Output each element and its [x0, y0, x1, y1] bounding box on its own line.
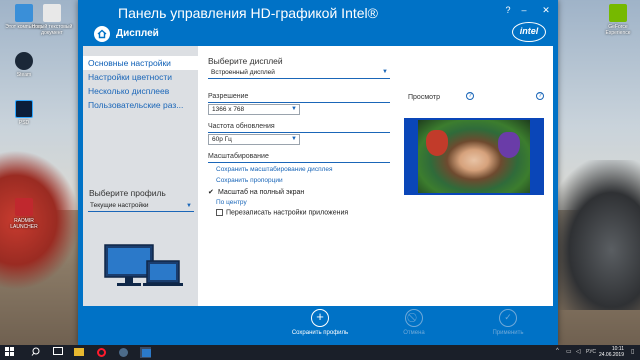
folder-icon: [74, 348, 84, 356]
taskbar: ^ ▭ ◁ РУС 10:11 24.06.2019 ▯: [0, 345, 640, 360]
sidebar-item-multiple-displays[interactable]: Несколько дисплеев: [83, 84, 198, 98]
refresh-rate-select[interactable]: 60p Гц ▼: [208, 134, 300, 145]
document-icon: [43, 4, 61, 22]
preview-help-icon[interactable]: ?: [536, 92, 544, 100]
resolution-help-icon[interactable]: ?: [466, 92, 474, 100]
apply-button[interactable]: ✓ Применить: [478, 309, 538, 336]
windows-icon: [5, 347, 14, 356]
window-title: Панель управления HD-графикой Intel®: [118, 5, 378, 21]
nvidia-icon: [609, 4, 627, 22]
photoshop-icon: [15, 100, 33, 118]
checkmark-icon: ✔: [208, 189, 214, 196]
scaling-label: Масштабирование: [208, 153, 269, 160]
volume-icon[interactable]: ◁: [576, 348, 581, 355]
refresh-rate-label: Частота обновления: [208, 123, 275, 130]
close-button[interactable]: ✕: [540, 4, 552, 16]
intel-graphics-icon: [141, 348, 151, 357]
home-button[interactable]: [94, 26, 110, 42]
desktop-icon-radmir-launcher[interactable]: RADMIR LAUNCHER: [2, 198, 46, 230]
scaling-option-keep-display[interactable]: Сохранить масштабирование дисплея: [216, 166, 333, 173]
sidebar-item-custom-resolutions[interactable]: Пользовательские раз...: [83, 98, 198, 112]
resolution-select-value: 1366 x 768: [212, 106, 245, 113]
preview-image-hand-red: [426, 130, 448, 156]
chevron-down-icon: ▼: [382, 69, 388, 75]
override-app-settings-checkbox[interactable]: Перезаписать настройки приложения: [216, 209, 348, 216]
chevron-down-icon: ▼: [186, 203, 192, 209]
cancel-label: Отмена: [403, 330, 425, 336]
override-app-settings-label: Перезаписать настройки приложения: [226, 209, 349, 217]
help-button[interactable]: ?: [502, 4, 514, 16]
display-select-label: Выберите дисплей: [208, 56, 283, 66]
desktop-icon-geforce-experience[interactable]: GeForce Experience: [596, 4, 640, 36]
desktop-icon-text-document[interactable]: Новый текстовый документ: [30, 4, 74, 36]
check-icon: ✓: [499, 309, 517, 327]
preview-image-hand-purple: [498, 132, 520, 158]
steam-icon: [119, 348, 128, 357]
minimize-button[interactable]: –: [518, 4, 530, 16]
action-bar: + Сохранить профиль ⃠ Отмена ✓ Применить: [78, 306, 558, 345]
sidebar: Основные настройки Настройки цветности Н…: [83, 46, 198, 306]
settings-panel: Выберите дисплей Встроенный дисплей ▼ Ра…: [198, 46, 553, 306]
wallpaper-dark-car: [545, 160, 640, 310]
sidebar-item-basic-settings[interactable]: Основные настройки: [83, 56, 198, 70]
scaling-option-full-screen[interactable]: ✔ Масштаб на полный экран: [208, 188, 304, 196]
content-area: Основные настройки Настройки цветности Н…: [83, 46, 553, 306]
display-select-value: Встроенный дисплей: [211, 69, 275, 76]
profile-select[interactable]: Текущие настройки ▼: [88, 200, 194, 212]
notifications-icon[interactable]: ▯: [631, 348, 634, 355]
section-bar: Дисплей intel: [78, 22, 558, 46]
preview-panel: [404, 118, 544, 195]
task-view-button[interactable]: [52, 347, 63, 358]
scaling-option-center[interactable]: По центру: [216, 199, 247, 206]
display-select[interactable]: Встроенный дисплей ▼: [208, 68, 390, 79]
radmir-icon: [15, 198, 33, 216]
clock[interactable]: 10:11 24.06.2019: [599, 346, 624, 358]
desktop-icon-photoshop[interactable]: PSD: [2, 100, 46, 126]
section-title: Дисплей: [116, 28, 159, 39]
resolution-select[interactable]: 1366 x 768 ▼: [208, 104, 300, 115]
intel-graphics-window: Панель управления HD-графикой Intel® ? –…: [78, 0, 558, 345]
profile-label: Выберите профиль: [89, 188, 166, 198]
save-profile-button[interactable]: + Сохранить профиль: [290, 309, 350, 336]
language-indicator[interactable]: РУС: [586, 349, 596, 355]
sidebar-item-color-settings[interactable]: Настройки цветности: [83, 70, 198, 84]
refresh-rate-select-value: 60p Гц: [212, 136, 232, 143]
tray-chevron-up-icon[interactable]: ^: [556, 348, 559, 354]
scaling-option-keep-aspect[interactable]: Сохранить пропорции: [216, 177, 283, 184]
opera-icon: [97, 348, 106, 357]
apply-label: Применить: [492, 330, 524, 336]
title-bar: Панель управления HD-графикой Intel® ? –…: [78, 0, 558, 22]
chevron-down-icon: ▼: [291, 106, 297, 112]
preview-image: [418, 120, 530, 193]
scaling-option-full-screen-label: Масштаб на полный экран: [218, 189, 305, 196]
preview-label: Просмотр: [408, 94, 440, 101]
chevron-down-icon: ▼: [291, 136, 297, 142]
cancel-icon: ⃠: [405, 309, 423, 327]
plus-icon: +: [311, 309, 329, 327]
resolution-underline: [208, 102, 390, 103]
taskbar-explorer[interactable]: [74, 347, 85, 358]
taskbar-steam[interactable]: [118, 347, 129, 358]
home-icon: [97, 29, 107, 39]
monitors-illustration-icon: [104, 244, 183, 286]
taskbar-intel-graphics[interactable]: [140, 347, 151, 358]
save-profile-label: Сохранить профиль: [291, 330, 349, 336]
task-view-icon: [52, 347, 63, 355]
search-button[interactable]: [30, 347, 41, 358]
cancel-button[interactable]: ⃠ Отмена: [384, 309, 444, 336]
checkbox-icon: [216, 209, 223, 216]
desktop-icon-steam[interactable]: Steam: [2, 52, 46, 78]
start-button[interactable]: [4, 347, 15, 358]
profile-select-value: Текущие настройки: [90, 202, 149, 209]
clock-date: 24.06.2019: [598, 352, 624, 358]
network-icon[interactable]: ▭: [566, 348, 572, 355]
intel-logo: intel: [512, 22, 546, 42]
steam-icon: [15, 52, 33, 70]
taskbar-opera[interactable]: [96, 347, 107, 358]
scaling-underline: [208, 162, 390, 163]
search-icon: [31, 347, 40, 356]
refresh-underline: [208, 132, 390, 133]
resolution-label: Разрешение: [208, 93, 249, 100]
